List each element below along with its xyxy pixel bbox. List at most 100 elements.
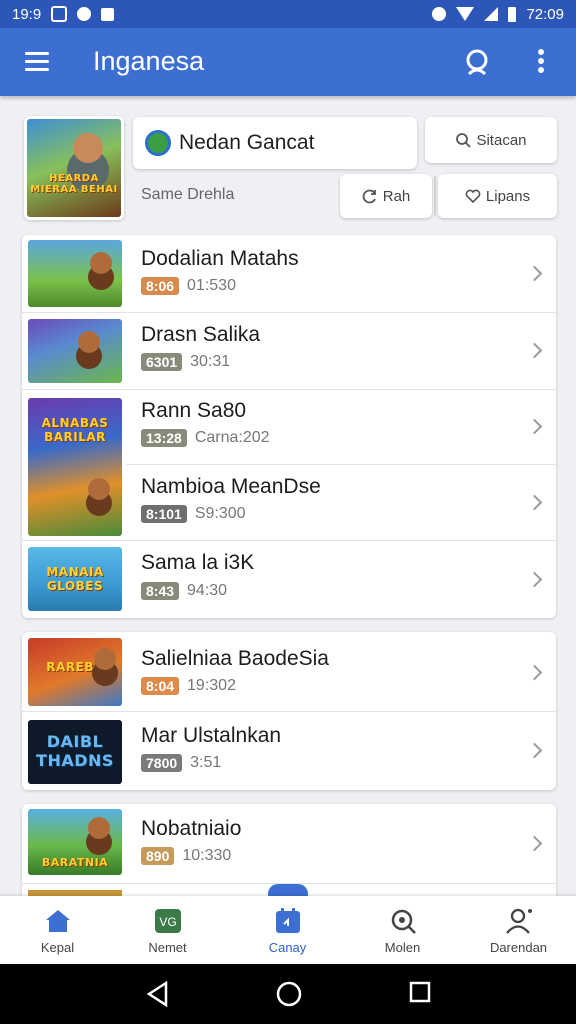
meta-text: 19:302 (187, 677, 236, 694)
game-thumbnail: RAREBA (28, 638, 122, 706)
status-bar: 19:9 72:09 (0, 0, 576, 28)
nav-label: Kepal (40, 940, 75, 955)
wifi-icon (456, 7, 475, 21)
signal-icon (484, 7, 499, 21)
duration-badge: 890 (141, 847, 175, 865)
chevron-right-icon (526, 418, 543, 435)
chevron-right-icon (526, 342, 543, 359)
chevron-right-icon (526, 571, 543, 588)
featured-thumb-art: HEARDA MIERAA BEHAI (30, 173, 118, 195)
chip-favorite-label: Lipans (485, 187, 531, 205)
status-right: 72:09 (432, 6, 564, 23)
game-thumb-art: BARATNIA (41, 856, 109, 869)
nav-item-home[interactable]: Kepal (0, 896, 115, 964)
game-title: Dodalian Matahs (141, 247, 299, 270)
game-meta: 7800 3:51 (141, 754, 221, 772)
meta-text: S9:300 (194, 505, 246, 522)
game-title: Salielniaa BaodeSia (141, 647, 329, 670)
game-title: Nobatniaio (141, 817, 242, 840)
game-thumb-art: DAIBL THADNS (36, 732, 114, 770)
back-icon[interactable] (146, 981, 168, 1007)
list-item[interactable]: DAIBL THADNS Mar Ulstalnkan 7800 3:51 (22, 712, 556, 790)
game-thumb-art: ALNABAS BARILAR (41, 416, 109, 444)
chevron-right-icon (526, 664, 543, 681)
globe-icon (145, 130, 171, 156)
game-title: Sama la i3K (141, 551, 255, 574)
refresh-icon (362, 189, 376, 204)
duration-badge: 8:04 (141, 677, 180, 695)
game-title: Drasn Salika (141, 323, 261, 346)
game-meta: 890 10:330 (141, 847, 231, 865)
status-left: 19:9 (12, 5, 115, 23)
game-thumb-art: MANAIA GLOBES (46, 565, 104, 593)
game-list-a: Dodalian Matahs 8:06 01:530 Drasn Salika… (22, 235, 556, 618)
duration-badge: 6301 (141, 353, 183, 371)
featured-name: Nedan Gancat (179, 131, 315, 154)
meta-text: 10:330 (182, 847, 232, 864)
chip-refresh-label: Rah (382, 187, 411, 205)
game-meta: 8:101 S9:300 (141, 505, 246, 523)
list-item[interactable]: Dodalian Matahs 8:06 01:530 (22, 235, 556, 313)
game-list-c: BARATNIA Nobatniaio 890 10:330 (22, 804, 556, 896)
chevron-right-icon (526, 265, 543, 282)
duration-badge: 7800 (141, 754, 183, 772)
more-options-icon[interactable] (535, 49, 547, 77)
duration-badge: 8:06 (141, 277, 180, 295)
list-item[interactable]: Nambioa MeanDse 8:101 S9:300 (22, 465, 556, 541)
list-item[interactable]: ALNABAS BARILAR Rann Sa80 13:28 Carna:20… (22, 390, 556, 536)
chip-favorite[interactable]: Lipans (438, 174, 557, 218)
nav-item-profile[interactable]: Darendan (461, 896, 576, 964)
game-meta: 8:43 94:30 (141, 582, 227, 600)
featured-title-box[interactable]: Nedan Gancat (133, 117, 417, 169)
meta-text: 3:51 (190, 754, 222, 771)
list-item[interactable]: MANAIA GLOBES Sama la i3K 8:43 94:30 (22, 541, 556, 618)
chip-refresh[interactable]: Rah (340, 174, 432, 218)
chip-search[interactable]: Sitacan (425, 117, 557, 163)
game-meta: 8:04 19:302 (141, 677, 236, 695)
meta-text: 30:31 (190, 353, 231, 370)
list-item[interactable]: RAREBA Salielniaa BaodeSia 8:04 19:302 (22, 632, 556, 712)
meta-text: Carna:202 (194, 429, 270, 446)
recents-icon[interactable] (409, 981, 431, 1003)
active-tab-indicator (268, 884, 308, 896)
search-icon (391, 909, 416, 934)
game-list-b: RAREBA Salielniaa BaodeSia 8:04 19:302 D… (22, 632, 556, 790)
game-thumbnail (28, 319, 122, 383)
chip-divider (434, 176, 436, 216)
search-icon (456, 133, 472, 148)
status-time-left: 19:9 (12, 5, 42, 23)
game-meta: 13:28 Carna:202 (141, 429, 270, 447)
message-icon (101, 7, 115, 21)
nav-item-calendar[interactable]: Canay (230, 896, 345, 964)
search-icon[interactable] (463, 48, 491, 76)
hamburger-menu-icon[interactable] (25, 52, 49, 72)
nav-label: Canay (268, 940, 307, 955)
duration-badge: 8:43 (141, 582, 180, 600)
heart-icon (465, 189, 481, 204)
chevron-right-icon (526, 742, 543, 759)
nav-label: Darendan (489, 940, 548, 955)
system-navigation-bar (0, 964, 576, 1024)
nav-item-search[interactable]: Molen (345, 896, 460, 964)
vg-icon: VG (155, 909, 181, 933)
list-item[interactable]: Drasn Salika 6301 30:31 (22, 313, 556, 390)
location-icon (77, 7, 92, 21)
chevron-right-icon (526, 835, 543, 852)
featured-thumbnail: HEARDA MIERAA BEHAI (27, 119, 121, 217)
home-circle-icon[interactable] (276, 981, 302, 1007)
status-time-right: 72:09 (526, 5, 564, 23)
nav-item-games[interactable]: VG Nemet (110, 896, 225, 964)
featured-thumbnail-card[interactable]: HEARDA MIERAA BEHAI (24, 116, 124, 220)
chevron-right-icon (526, 494, 543, 511)
game-title: Rann Sa80 (141, 399, 247, 422)
list-item[interactable]: BARATNIA Nobatniaio 890 10:330 (22, 804, 556, 884)
game-meta: 8:06 01:530 (141, 277, 236, 295)
game-thumbnail: MANAIA GLOBES (28, 547, 122, 611)
game-thumbnail: DAIBL THADNS (28, 720, 122, 784)
notification-icon (51, 6, 68, 22)
chip-search-label: Sitacan (476, 131, 527, 149)
duration-badge: 8:101 (141, 505, 187, 523)
nav-label: Molen (384, 940, 421, 955)
alarm-icon (432, 7, 447, 21)
calendar-icon (276, 908, 300, 933)
